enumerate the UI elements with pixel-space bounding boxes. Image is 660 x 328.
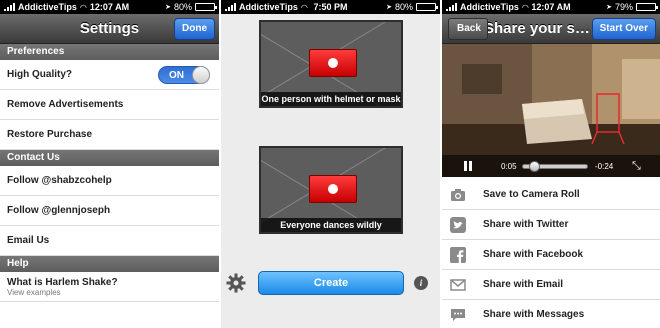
section-header-preferences: Preferences [0, 44, 219, 60]
video-controls: 0:05 -0:24 ⤡ [442, 155, 660, 177]
back-button[interactable]: Back [448, 18, 488, 40]
record-button[interactable] [309, 49, 357, 77]
facebook-icon [450, 247, 466, 263]
page-title: Share your sha... [484, 20, 596, 37]
signal-icon [225, 3, 236, 11]
toggle-knob [192, 66, 210, 84]
share-label: Share with Messages [483, 309, 585, 320]
battery-percent: 80% [394, 2, 413, 12]
wifi-icon: ◠ [300, 2, 308, 12]
what-is-harlem-shake-label: What is Harlem Shake? [7, 276, 118, 288]
clip-1-recorder[interactable]: One person with helmet or mask [259, 20, 403, 108]
video-player[interactable]: 0:05 -0:24 ⤡ [442, 44, 660, 177]
mail-icon [450, 279, 466, 291]
clip-1-caption: One person with helmet or mask [261, 92, 401, 106]
share-label: Save to Camera Roll [483, 189, 580, 200]
signal-icon [4, 3, 15, 11]
battery-icon [195, 3, 217, 11]
remove-ads-row[interactable]: Remove Advertisements [0, 90, 219, 120]
camera-icon [451, 189, 465, 201]
done-button[interactable]: Done [174, 18, 215, 40]
clip-2-caption: Everyone dances wildly [261, 218, 401, 232]
status-bar: AddictiveTips ◠ 12:07 AM ➤ 79% [442, 0, 660, 14]
remove-ads-label: Remove Advertisements [7, 99, 124, 110]
location-icon: ➤ [165, 4, 171, 11]
follow-glennjoseph-row[interactable]: Follow @glennjoseph [0, 196, 219, 226]
follow-shabzcohelp-row[interactable]: Follow @shabzcohelp [0, 166, 219, 196]
twitter-icon [450, 217, 466, 233]
settings-screen: AddictiveTips ◠ 12:07 AM ➤ 80% Settings … [0, 0, 219, 328]
restore-purchase-row[interactable]: Restore Purchase [0, 120, 219, 150]
scrubber-thumb[interactable] [528, 161, 540, 172]
restore-purchase-label: Restore Purchase [7, 129, 93, 140]
signal-icon [446, 3, 457, 11]
nav-bar: Settings Done [0, 14, 219, 44]
recorder-screen: AddictiveTips ◠ 7:50 PM ➤ 80% One person… [221, 0, 440, 328]
section-header-help: Help [0, 256, 219, 272]
share-row-email[interactable]: Share with Email [442, 270, 660, 300]
section-header-contact: Contact Us [0, 150, 219, 166]
wifi-icon: ◠ [79, 2, 87, 12]
share-screen: AddictiveTips ◠ 12:07 AM ➤ 79% Back Shar… [442, 0, 660, 328]
carrier-label: AddictiveTips [18, 2, 77, 12]
create-button[interactable]: Create [258, 271, 404, 295]
share-row-camera-roll[interactable]: Save to Camera Roll [442, 180, 660, 210]
start-over-button[interactable]: Start Over [591, 18, 656, 40]
remaining-time: -0:24 [595, 162, 614, 171]
record-dot-icon [328, 184, 338, 194]
pause-icon[interactable] [464, 161, 474, 171]
nav-bar: Back Share your sha... Start Over [442, 14, 660, 44]
follow-shabzcohelp-label: Follow @shabzcohelp [7, 175, 112, 186]
video-scrubber[interactable] [522, 161, 588, 172]
carrier-label: AddictiveTips [239, 2, 298, 12]
follow-glennjoseph-label: Follow @glennjoseph [7, 205, 111, 216]
messages-icon [451, 309, 465, 321]
clip-2-recorder[interactable]: Everyone dances wildly [259, 146, 403, 234]
status-bar: AddictiveTips ◠ 7:50 PM ➤ 80% [221, 0, 440, 14]
location-icon: ➤ [386, 4, 392, 11]
carrier-label: AddictiveTips [460, 2, 519, 12]
gear-icon[interactable] [226, 273, 246, 293]
status-bar: AddictiveTips ◠ 12:07 AM ➤ 80% [0, 0, 219, 14]
battery-icon [416, 3, 438, 11]
share-row-facebook[interactable]: Share with Facebook [442, 240, 660, 270]
share-list: Save to Camera Roll Share with Twitter S… [442, 180, 660, 328]
location-icon: ➤ [606, 4, 612, 11]
view-examples-label: View examples [7, 287, 61, 297]
record-button[interactable] [309, 175, 357, 203]
share-row-messages[interactable]: Share with Messages [442, 300, 660, 328]
page-title: Settings [79, 20, 140, 37]
high-quality-toggle[interactable]: ON [158, 66, 210, 84]
share-label: Share with Twitter [483, 219, 569, 230]
email-us-label: Email Us [7, 235, 50, 246]
battery-percent: 80% [173, 2, 192, 12]
high-quality-label: High Quality? [7, 69, 72, 80]
fullscreen-icon[interactable]: ⤡ [632, 160, 641, 173]
what-is-harlem-shake-row[interactable]: What is Harlem Shake? View examples [0, 272, 219, 302]
toggle-on-label: ON [169, 70, 184, 81]
share-label: Share with Facebook [483, 249, 584, 260]
record-dot-icon [328, 58, 338, 68]
wifi-icon: ◠ [521, 2, 529, 12]
info-icon[interactable]: i [414, 276, 428, 290]
recorder-toolbar: Create i [221, 266, 440, 300]
share-label: Share with Email [483, 279, 564, 290]
high-quality-row: High Quality? ON [0, 60, 219, 90]
battery-icon [636, 3, 658, 11]
share-row-twitter[interactable]: Share with Twitter [442, 210, 660, 240]
email-us-row[interactable]: Email Us [0, 226, 219, 256]
battery-percent: 79% [614, 2, 633, 12]
elapsed-time: 0:05 [501, 162, 517, 171]
